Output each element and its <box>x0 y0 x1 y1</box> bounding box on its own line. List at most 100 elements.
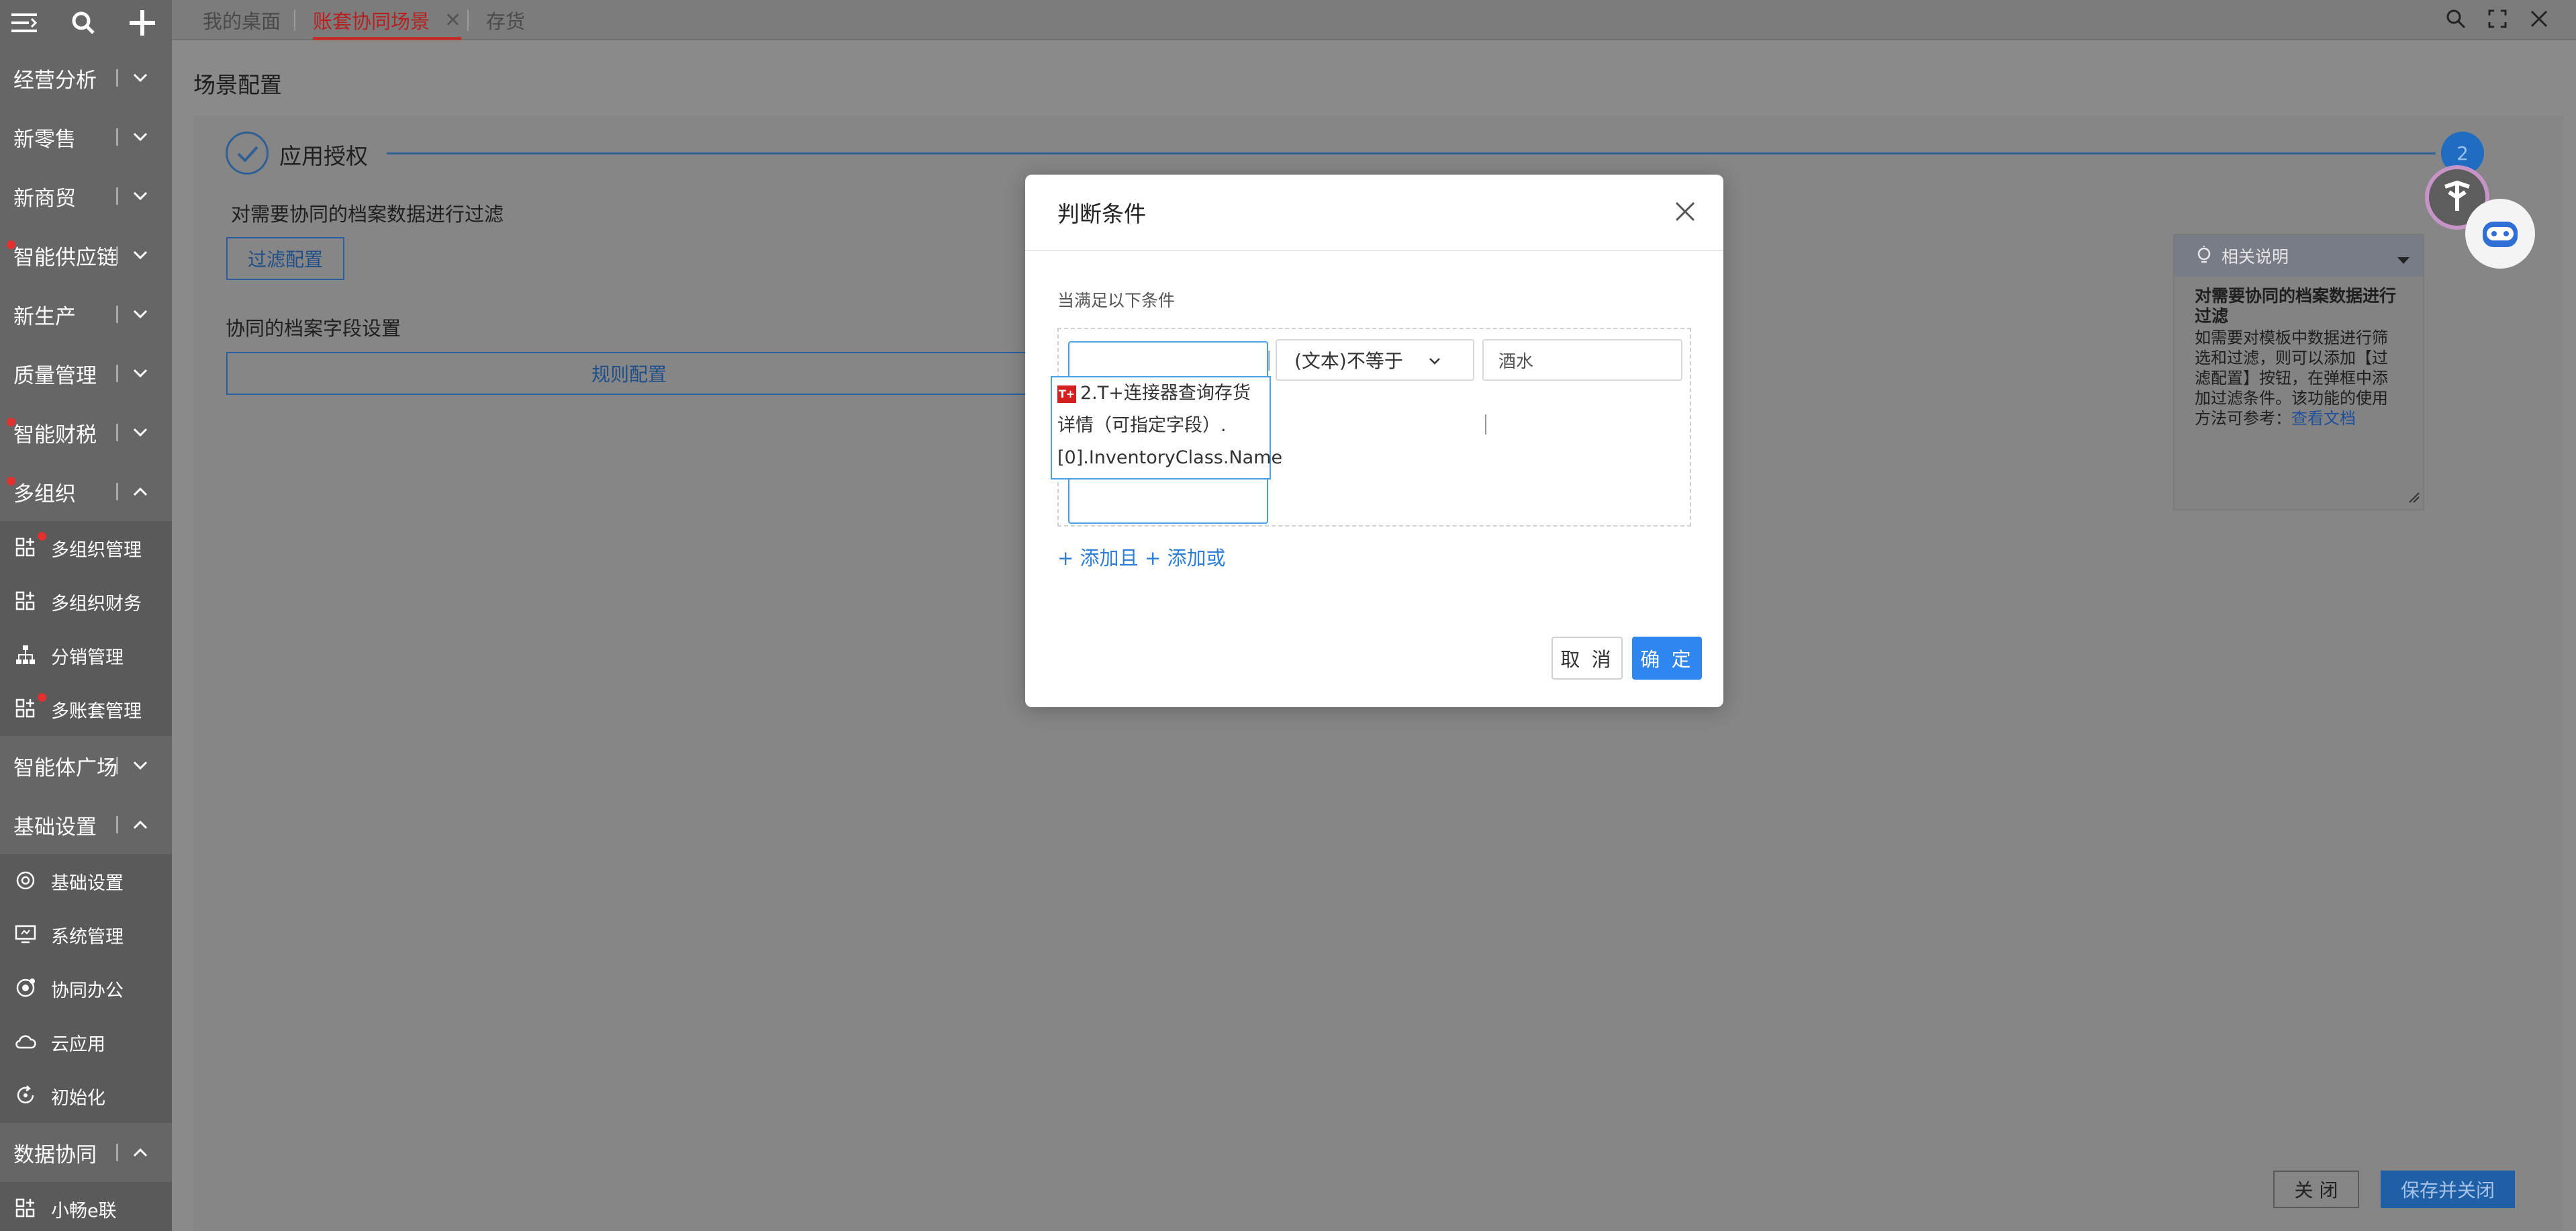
search-icon[interactable] <box>2441 4 2471 34</box>
menu-label: 质量管理 <box>13 363 97 388</box>
close-button[interactable]: 关 闭 <box>2273 1171 2359 1208</box>
tplus-logo-icon: T+ <box>1057 385 1076 403</box>
operator-divider <box>1268 351 1270 371</box>
close-tab-icon[interactable]: ✕ <box>444 9 461 32</box>
tab-divider <box>294 9 295 31</box>
save-and-close-button[interactable]: 保存并关闭 <box>2381 1171 2515 1208</box>
tab-label: 我的桌面 <box>203 10 281 33</box>
sidebar-subitem[interactable]: 初始化 <box>0 1069 172 1123</box>
sidebar-item[interactable]: 质量管理 <box>0 344 172 403</box>
grid-plus-icon <box>15 698 38 721</box>
subitem-label: 协同办公 <box>51 980 124 1001</box>
add-icon[interactable] <box>128 8 157 38</box>
resize-handle-icon[interactable] <box>2407 490 2420 506</box>
grid-plus-icon <box>15 537 38 559</box>
sidebar-item[interactable]: 基础设置 <box>0 795 172 854</box>
menu-label: 新生产 <box>13 304 76 329</box>
sidebar-subitem[interactable]: 多账套管理 <box>0 682 172 736</box>
menu-divider <box>116 757 118 774</box>
menu-label: 智能供应链 <box>13 245 117 270</box>
sidebar-subitem[interactable]: 协同办公 <box>0 962 172 1015</box>
sidebar-subitem[interactable]: 多组织财务 <box>0 575 172 629</box>
view-docs-link[interactable]: 查看文档 <box>2291 409 2356 428</box>
menu-label: 智能体广场 <box>13 756 117 780</box>
tab-inventory[interactable]: 存货 <box>486 0 525 40</box>
chevron-down-icon <box>129 303 152 326</box>
filter-config-button[interactable]: 过滤配置 <box>226 237 344 280</box>
value-text: 酒水 <box>1498 351 1534 372</box>
menu-toggle-icon[interactable] <box>9 8 39 38</box>
menu-label: 智能财税 <box>13 422 97 447</box>
field-token-line2: 详情（可指定字段）. <box>1057 415 1227 436</box>
refresh-icon <box>15 1085 38 1107</box>
close-icon[interactable] <box>1674 200 1698 224</box>
help-body: 对需要协同的档案数据进行过滤 如需要对模板中数据进行筛选和过滤，则可以添加【过滤… <box>2175 277 2423 438</box>
sidebar-subitem[interactable]: 小畅e联 <box>0 1182 172 1231</box>
chevron-down-icon <box>129 185 152 208</box>
value-input[interactable]: 酒水 <box>1482 339 1682 381</box>
menu-label: 新零售 <box>13 127 76 152</box>
close-window-icon[interactable] <box>2524 4 2554 34</box>
field-token[interactable]: T+ 2.T+连接器查询存货 详情（可指定字段）. [0].InventoryCl… <box>1051 376 1282 480</box>
collab-icon <box>15 977 38 1000</box>
dialog-title: 判断条件 <box>1057 201 1146 227</box>
sidebar-subitem[interactable]: 基础设置 <box>0 854 172 908</box>
subitem-label: 基础设置 <box>51 872 124 894</box>
cancel-button[interactable]: 取 消 <box>1552 637 1623 680</box>
add-or-link[interactable]: + 添加或 <box>1145 543 1226 571</box>
chevron-down-icon <box>129 244 152 267</box>
step-label: 应用授权 <box>279 143 368 169</box>
notification-dot <box>38 532 46 541</box>
fullscreen-icon[interactable] <box>2483 4 2512 34</box>
sidebar-item[interactable]: 经营分析 <box>0 48 172 107</box>
menu-label: 新商贸 <box>13 186 76 211</box>
menu-divider <box>116 816 118 833</box>
subitem-label: 云应用 <box>51 1034 105 1055</box>
sidebar-item[interactable]: 新零售 <box>0 107 172 167</box>
chevron-down-icon <box>1426 353 1443 370</box>
step-connector <box>387 152 2436 154</box>
add-and-link[interactable]: + 添加且 <box>1057 543 1139 571</box>
sidebar-toolbar <box>0 0 172 46</box>
help-heading: 对需要协同的档案数据进行过滤 <box>2195 286 2397 326</box>
rule-config-button[interactable]: 规则配置 <box>226 352 1032 395</box>
notification-dot <box>7 240 15 249</box>
page-title: 场景配置 <box>193 72 282 98</box>
org-tree-icon <box>15 644 38 667</box>
notification-dot <box>38 693 46 702</box>
sidebar-item[interactable]: 智能财税 <box>0 403 172 462</box>
lightbulb-icon <box>2195 246 2213 270</box>
notification-dot <box>7 477 15 486</box>
operator-select[interactable]: (文本)不等于 <box>1276 339 1474 381</box>
help-header[interactable]: 相关说明 <box>2175 235 2423 277</box>
menu-label: 数据协同 <box>13 1142 97 1167</box>
tab-account-collab[interactable]: 账套协同场景 ✕ <box>313 0 462 40</box>
confirm-button[interactable]: 确 定 <box>1632 637 1702 680</box>
robot-assistant-icon[interactable] <box>2465 199 2535 269</box>
chevron-down-icon <box>129 421 152 444</box>
subitem-label: 多组织财务 <box>51 593 142 614</box>
sidebar-item[interactable]: 新生产 <box>0 285 172 344</box>
menu-divider <box>116 187 118 205</box>
monitor-icon <box>15 923 38 946</box>
sidebar-item[interactable]: 智能体广场 <box>0 736 172 795</box>
sidebar-subitem[interactable]: 云应用 <box>0 1015 172 1069</box>
caret-down-icon <box>2397 250 2410 269</box>
menu-divider <box>116 424 118 441</box>
tab-my-desktop[interactable]: 我的桌面 <box>203 0 281 40</box>
sidebar-subitem[interactable]: 分销管理 <box>0 629 172 682</box>
text-cursor <box>1485 414 1486 435</box>
menu-divider <box>116 128 118 146</box>
step-complete-icon <box>226 132 269 175</box>
settings-circle-icon <box>15 870 38 893</box>
chevron-down-icon <box>129 754 152 777</box>
sidebar-item[interactable]: 数据协同 <box>0 1123 172 1182</box>
menu-label: 基础设置 <box>13 815 97 839</box>
sidebar-item[interactable]: 智能供应链 <box>0 226 172 285</box>
chevron-up-icon <box>129 1141 152 1164</box>
sidebar-subitem[interactable]: 系统管理 <box>0 908 172 962</box>
sidebar-item[interactable]: 新商贸 <box>0 167 172 226</box>
sidebar-subitem[interactable]: 多组织管理 <box>0 521 172 575</box>
search-icon[interactable] <box>68 8 98 38</box>
sidebar-item[interactable]: 多组织 <box>0 462 172 521</box>
